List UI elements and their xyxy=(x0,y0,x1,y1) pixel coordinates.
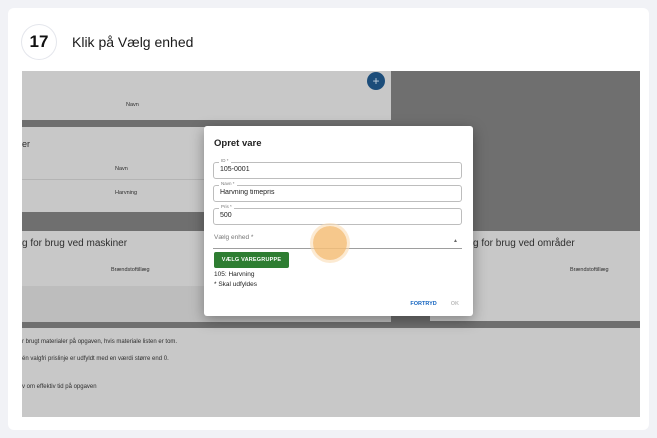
bg-section-title: g for brug ved maskiner xyxy=(22,238,128,249)
step-number-badge: 17 xyxy=(22,25,56,59)
id-field[interactable]: ID * xyxy=(213,158,462,179)
create-item-dialog: Opret vare ID * Navn * Pris * Vælg enhed… xyxy=(204,126,473,316)
ok-button[interactable]: OK xyxy=(451,301,459,307)
bg-notes-panel: r brugt materialer på opgaven, hvis mate… xyxy=(22,328,640,417)
unit-select-placeholder: Vælg enhed * xyxy=(214,234,254,241)
bg-column-header: Brændstoftillæg xyxy=(111,267,150,273)
step-title: Klik på Vælg enhed xyxy=(72,34,194,50)
bg-table-panel-1: Navn xyxy=(22,71,391,120)
bg-column-header: Navn xyxy=(126,102,139,108)
bg-section-title: g for brug ved områder xyxy=(473,238,575,249)
bg-note: r brugt materialer på opgaven, hvis mate… xyxy=(22,339,178,345)
bg-table-cell: Harvning xyxy=(115,190,138,196)
bg-column-header: Brændstoftillæg xyxy=(570,267,609,273)
name-input[interactable] xyxy=(220,189,450,196)
id-field-label: ID * xyxy=(219,158,231,163)
caret-up-icon: ▲ xyxy=(453,238,458,244)
bg-note: v om effektiv tid på opgaven xyxy=(22,384,97,390)
id-input[interactable] xyxy=(220,166,450,173)
choose-item-group-button[interactable]: VÆLG VAREGRUPPE xyxy=(214,252,289,268)
price-field[interactable]: Pris * xyxy=(213,204,462,225)
dialog-actions: FORTRYD OK xyxy=(410,301,459,307)
step-header: 17 Klik på Vælg enhed xyxy=(22,25,194,59)
bg-note: én valgfri prislinje er udfyldt med en v… xyxy=(22,356,169,362)
name-field-label: Navn * xyxy=(219,181,237,186)
selected-item-group: 105: Harvning xyxy=(214,271,255,278)
required-note: * Skal udfyldes xyxy=(214,281,257,288)
bg-column-header: Navn xyxy=(115,166,128,172)
dialog-title: Opret vare xyxy=(214,138,262,149)
add-fab-button[interactable]: + xyxy=(367,72,385,90)
cancel-button[interactable]: FORTRYD xyxy=(410,301,436,307)
click-highlight-marker xyxy=(313,226,347,260)
price-field-label: Pris * xyxy=(219,204,234,209)
price-input[interactable] xyxy=(220,212,450,219)
screenshot-area: Navn + er Navn Harvning g for brug ved m… xyxy=(22,71,640,417)
bg-section-title: er xyxy=(22,139,31,149)
name-field[interactable]: Navn * xyxy=(213,181,462,202)
